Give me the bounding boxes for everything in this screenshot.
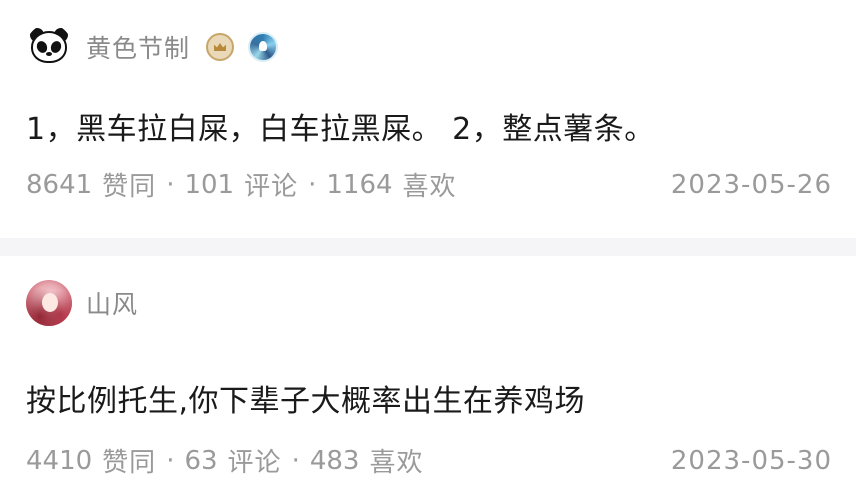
like-count: 483 xyxy=(309,445,360,476)
medal-badge-icon[interactable] xyxy=(248,32,279,62)
comment-count: 63 xyxy=(184,445,218,476)
upvote-label: 赞同 xyxy=(102,448,157,478)
answer-meta: 8641 赞同 · 101 评论 · 1164 喜欢 2023-05-26 xyxy=(26,166,832,203)
answer-date: 2023-05-26 xyxy=(670,169,832,200)
like-count: 1164 xyxy=(326,169,393,200)
author-row: 山风 xyxy=(26,280,138,326)
like-label: 喜欢 xyxy=(369,448,424,478)
avatar[interactable] xyxy=(26,280,72,326)
separator-dot: · xyxy=(166,169,175,200)
comment-count: 101 xyxy=(184,169,235,200)
answer-stats: 8641 赞同 · 101 评论 · 1164 喜欢 xyxy=(26,166,457,203)
comment-label: 评论 xyxy=(244,172,299,202)
crown-badge-icon[interactable] xyxy=(206,33,235,61)
upvote-count: 4410 xyxy=(26,445,93,476)
separator-dot: · xyxy=(308,169,317,200)
separator-dot: · xyxy=(291,445,300,476)
author-name[interactable]: 黄色节制 xyxy=(86,29,190,65)
answer-stats: 4410 赞同 · 63 评论 · 483 喜欢 xyxy=(26,442,423,479)
answer-date: 2023-05-30 xyxy=(670,445,832,476)
author-row: 黄色节制 xyxy=(26,24,279,70)
upvote-count: 8641 xyxy=(26,169,93,200)
comment-label: 评论 xyxy=(227,448,282,478)
avatar-face xyxy=(42,293,58,312)
panda-nose xyxy=(46,52,52,56)
answer-meta: 4410 赞同 · 63 评论 · 483 喜欢 2023-05-30 xyxy=(26,442,832,479)
answer-card[interactable]: 山风 按比例托生,你下辈子大概率出生在养鸡场 4410 赞同 · 63 评论 ·… xyxy=(0,256,856,502)
answer-card[interactable]: 黄色节制 1，黑车拉白屎，白车拉黑屎。 2，整点薯条。 8641 赞同 · 10… xyxy=(0,0,856,238)
section-divider xyxy=(0,238,856,256)
upvote-label: 赞同 xyxy=(102,172,157,202)
author-name[interactable]: 山风 xyxy=(86,285,138,321)
separator-dot: · xyxy=(166,445,175,476)
answer-content[interactable]: 按比例托生,你下辈子大概率出生在养鸡场 xyxy=(26,376,585,420)
like-label: 喜欢 xyxy=(402,172,457,202)
answer-content[interactable]: 1，黑车拉白屎，白车拉黑屎。 2，整点薯条。 xyxy=(26,104,655,148)
avatar[interactable] xyxy=(26,24,72,70)
